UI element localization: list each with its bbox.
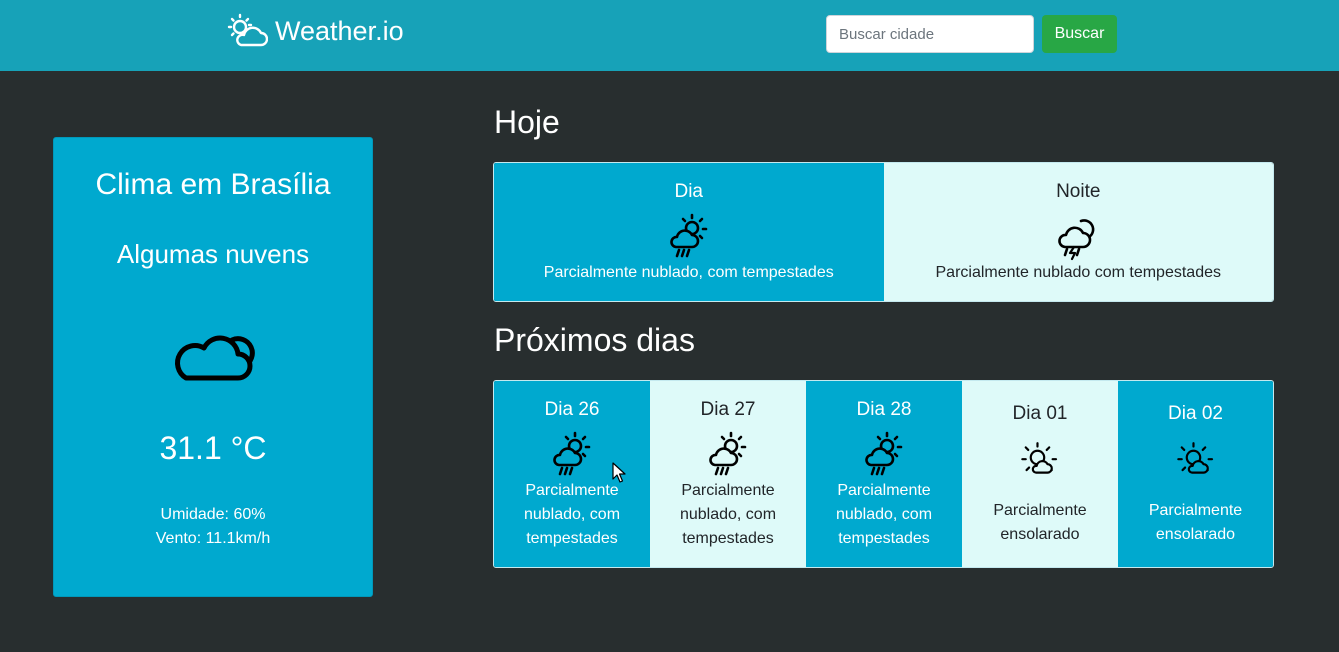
day-description: Parcialmente nublado, com tempestades — [523, 482, 621, 547]
forecast-day-card: Dia 01 Parcialmente ensolarado — [962, 381, 1118, 567]
sun-cloud-rain-icon — [709, 431, 747, 476]
day-description: Parcialmente ensolarado — [993, 502, 1087, 543]
forecast-day-card: Dia 26 Parcialmente nublado, com tempest… — [494, 381, 650, 567]
mouse-cursor-icon — [612, 462, 626, 483]
period-label: Dia — [674, 181, 703, 202]
day-label: Dia 01 — [1012, 403, 1068, 424]
day-description: Parcialmente ensolarado — [1148, 502, 1243, 543]
wind: Vento: 11.1km/h — [155, 530, 271, 547]
search-input[interactable] — [826, 15, 1034, 53]
next-days-forecast: Dia 26 Parcialmente nublado, com tempest… — [493, 380, 1274, 568]
city-title: Clima em Brasília — [95, 168, 331, 201]
temperature: 31.1 °C — [159, 430, 267, 466]
today-day: Dia Parcialmente nublado, com tempestade… — [494, 163, 884, 301]
next-days-title: Próximos dias — [494, 322, 695, 358]
day-label: Dia 27 — [700, 399, 756, 420]
day-label: Dia 02 — [1168, 403, 1223, 424]
sun-cloud-rain-icon — [553, 431, 591, 476]
day-label: Dia 28 — [856, 399, 912, 420]
day-description: Parcialmente nublado, com tempestades — [835, 482, 933, 547]
today-title: Hoje — [494, 104, 560, 140]
forecast-day-card: Dia 27 Parcialmente nublado, com tempest… — [650, 381, 806, 567]
humidity: Umidade: 60% — [160, 506, 266, 523]
sun-cloud-rain-icon — [669, 213, 708, 258]
period-description: Parcialmente nublado com tempestades — [935, 264, 1222, 281]
day-description: Parcialmente nublado, com tempestades — [679, 482, 777, 547]
navbar: Weather.io Buscar — [0, 0, 1339, 71]
sun-cloud-icon — [1021, 442, 1058, 474]
today-night: Noite Parcialmente nublado com tempestad… — [883, 163, 1273, 301]
forecast-day-card: Dia 28 Parcialmente nublado, com tempest… — [806, 381, 962, 567]
day-label: Dia 26 — [544, 399, 600, 420]
weather-description: Algumas nuvens — [116, 239, 310, 269]
cloud-icon — [175, 335, 255, 381]
today-forecast: Dia Parcialmente nublado, com tempestade… — [493, 162, 1274, 302]
period-description: Parcialmente nublado, com tempestades — [543, 264, 834, 281]
brand-name: Weather.io — [275, 15, 404, 46]
sun-cloud-icon — [1176, 442, 1213, 474]
period-label: Noite — [1056, 181, 1101, 202]
brand[interactable]: Weather.io — [226, 13, 404, 49]
sun-cloud-icon — [227, 13, 268, 47]
search-button[interactable]: Buscar — [1042, 15, 1117, 53]
sun-cloud-rain-icon — [865, 431, 903, 476]
current-weather-card: Clima em Brasília Algumas nuvens 31.1 °C… — [53, 137, 373, 597]
forecast-day-card: Dia 02 Parcialmente ensolarado — [1118, 381, 1273, 567]
cloud-lightning-icon — [1058, 219, 1095, 261]
